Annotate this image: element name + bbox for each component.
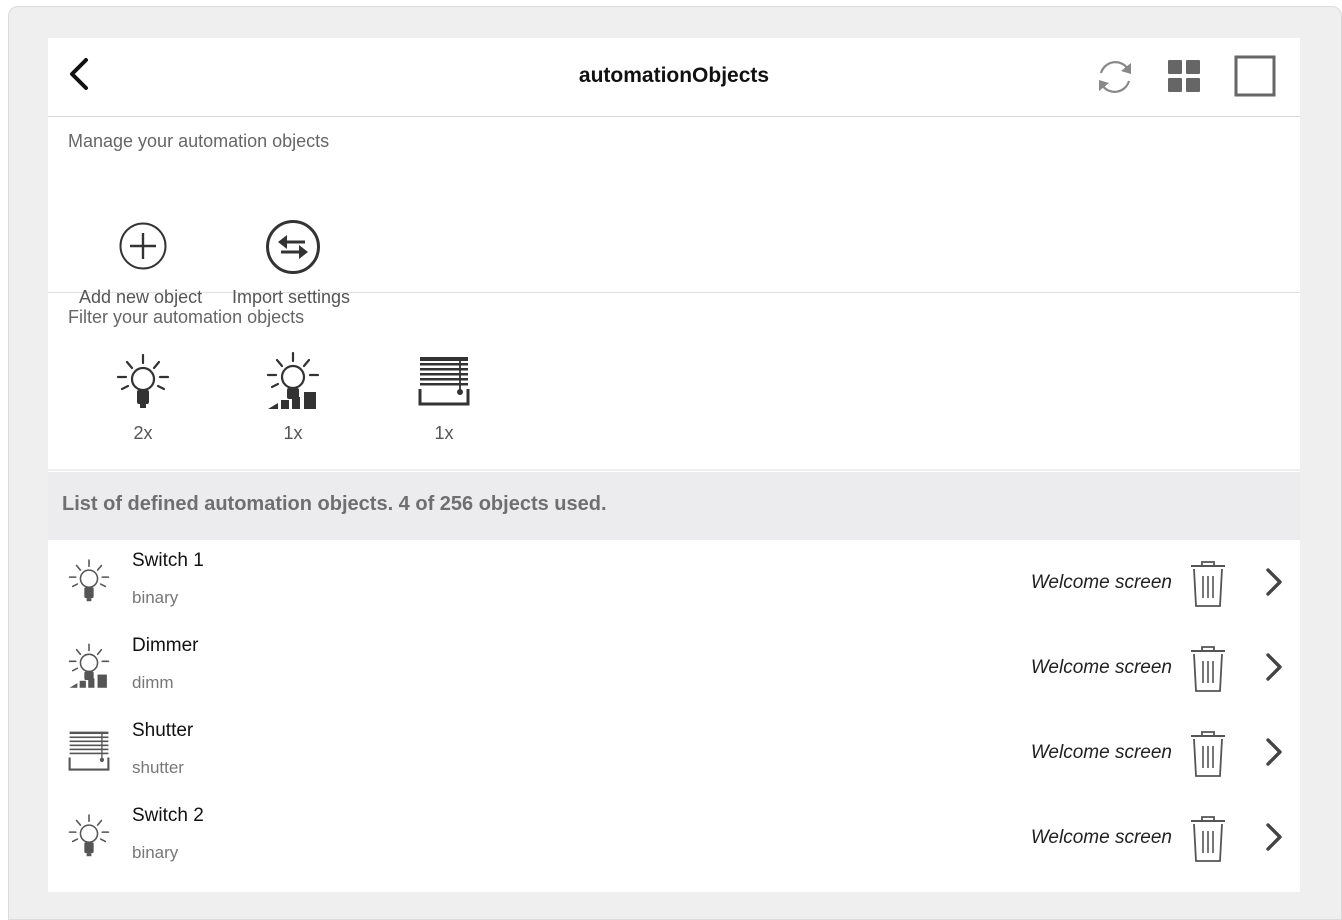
object-name: Shutter: [132, 720, 194, 741]
object-name: Switch 2: [132, 805, 204, 826]
filter-dimmer[interactable]: 1x: [266, 351, 320, 463]
object-type: shutter: [132, 758, 184, 777]
filter-shutter-count: 1x: [434, 423, 454, 443]
trash-icon[interactable]: [1188, 645, 1228, 693]
bulb-icon: [68, 559, 110, 602]
trash-icon[interactable]: [1188, 730, 1228, 778]
list-header: List of defined automation objects. 4 of…: [48, 472, 1300, 540]
filter-switch-count: 2x: [133, 423, 153, 443]
filter-switch[interactable]: 2x: [116, 353, 170, 463]
plus-circle-icon: [119, 222, 167, 270]
main-panel: automationObjects Manage your automation…: [48, 38, 1300, 892]
list-summary: List of defined automation objects. 4 of…: [62, 493, 607, 515]
list-item[interactable]: Switch 1 binary Welcome screen: [48, 540, 1300, 625]
chevron-right-icon[interactable]: [1262, 566, 1286, 598]
swap-circle-icon: [266, 220, 320, 274]
object-type: binary: [132, 843, 179, 862]
object-screen: Welcome screen: [1030, 657, 1172, 678]
filter-label: Filter your automation objects: [68, 307, 305, 327]
refresh-button[interactable]: [1093, 55, 1137, 99]
object-screen: Welcome screen: [1030, 572, 1172, 593]
object-screen: Welcome screen: [1030, 827, 1172, 848]
list-item[interactable]: Switch 2 binary Welcome screen: [48, 795, 1300, 880]
window-icon: [1234, 55, 1276, 97]
trash-icon[interactable]: [1188, 560, 1228, 608]
grid-view-button[interactable]: [1166, 58, 1202, 94]
filter-section: Filter your automation objects 2x 1x 1x: [48, 293, 1300, 471]
chevron-right-icon[interactable]: [1262, 651, 1286, 683]
object-name: Switch 1: [132, 550, 204, 571]
trash-icon[interactable]: [1188, 815, 1228, 863]
refresh-icon: [1099, 61, 1131, 93]
dimmer-bulb-icon: [266, 351, 320, 409]
fullscreen-button[interactable]: [1234, 55, 1276, 97]
chevron-right-icon[interactable]: [1262, 821, 1286, 853]
object-name: Dimmer: [132, 635, 199, 656]
manage-section: Manage your automation objects Add new o…: [48, 117, 1300, 307]
shutter-icon: [418, 357, 470, 406]
filter-dimmer-count: 1x: [283, 423, 303, 443]
chevron-right-icon[interactable]: [1262, 736, 1286, 768]
object-type: dimm: [132, 673, 174, 692]
object-screen: Welcome screen: [1030, 742, 1172, 763]
grid-icon: [1168, 60, 1200, 92]
shutter-icon: [68, 731, 110, 771]
manage-label: Manage your automation objects: [68, 131, 330, 151]
top-bar: automationObjects: [48, 38, 1300, 117]
bulb-icon: [68, 814, 110, 857]
list-item[interactable]: Shutter shutter Welcome screen: [48, 710, 1300, 795]
bulb-icon: [116, 353, 170, 408]
filter-shutter[interactable]: 1x: [418, 355, 470, 463]
object-type: binary: [132, 588, 179, 607]
dimmer-bulb-icon: [68, 643, 110, 688]
list-item[interactable]: Dimmer dimm Welcome screen: [48, 625, 1300, 710]
